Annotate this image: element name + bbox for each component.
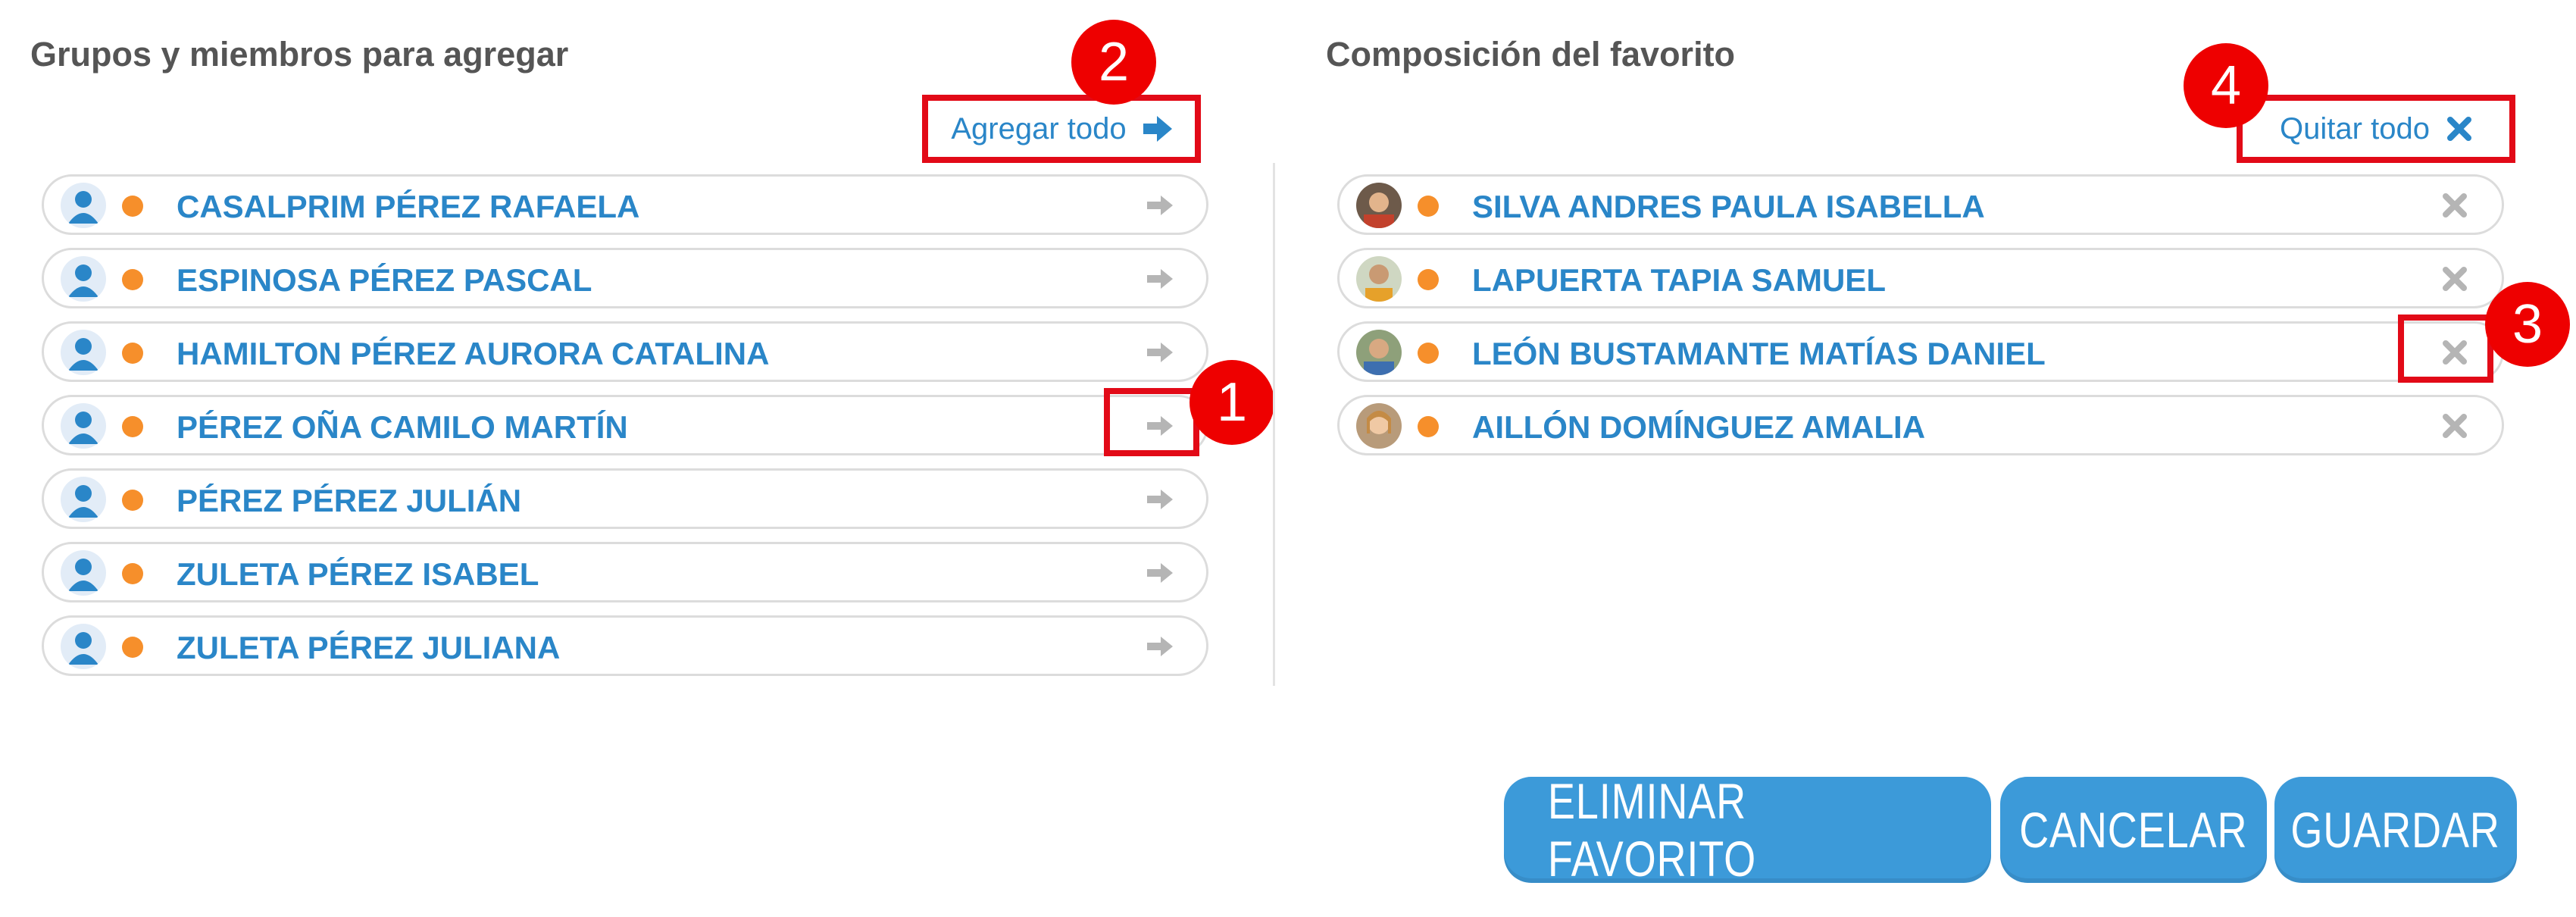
status-dot <box>122 343 143 364</box>
member-name: AILLÓN DOMÍNGUEZ AMALIA <box>1472 409 1926 445</box>
delete-favorite-label: ELIMINAR FAVORITO <box>1547 773 1757 887</box>
arrow-right-icon[interactable] <box>1144 337 1174 368</box>
list-item: SILVA ANDRES PAULA ISABELLA <box>1337 174 2504 235</box>
arrow-right-icon[interactable] <box>1144 190 1174 221</box>
status-dot <box>122 563 143 584</box>
user-icon <box>68 191 98 224</box>
avatar <box>61 550 106 596</box>
list-item: LAPUERTA TAPIA SAMUEL <box>1337 248 2504 308</box>
avatar <box>61 624 106 669</box>
highlight-box <box>1104 388 1199 456</box>
member-name: PÉREZ OÑA CAMILO MARTÍN <box>177 409 628 445</box>
user-icon <box>68 264 98 297</box>
avatar <box>1356 183 1402 228</box>
status-dot <box>1418 343 1439 364</box>
arrow-right-icon[interactable] <box>1144 484 1174 515</box>
status-dot <box>1418 196 1439 217</box>
arrow-right-icon[interactable] <box>1144 558 1174 588</box>
member-name: ZULETA PÉREZ JULIANA <box>177 630 561 665</box>
list-item: ZULETA PÉREZ JULIANA <box>42 615 1208 676</box>
member-name: SILVA ANDRES PAULA ISABELLA <box>1472 189 1985 224</box>
user-icon <box>68 338 98 371</box>
callout-3: 3 <box>2485 282 2570 367</box>
arrow-right-icon[interactable] <box>1144 631 1174 662</box>
member-name: ZULETA PÉREZ ISABEL <box>177 556 539 592</box>
panel-divider <box>1273 163 1275 686</box>
member-name: ESPINOSA PÉREZ PASCAL <box>177 262 592 298</box>
close-icon[interactable] <box>2440 190 2470 221</box>
member-name: LEÓN BUSTAMANTE MATÍAS DANIEL <box>1472 336 2046 371</box>
close-icon <box>2446 117 2471 141</box>
member-name: CASALPRIM PÉREZ RAFAELA <box>177 189 640 224</box>
user-icon <box>68 485 98 518</box>
save-label: GUARDAR <box>2290 802 2501 858</box>
status-dot <box>122 416 143 437</box>
avatar <box>1356 330 1402 375</box>
list-item: AILLÓN DOMÍNGUEZ AMALIA <box>1337 395 2504 455</box>
delete-favorite-button[interactable]: ELIMINAR FAVORITO <box>1504 773 1991 887</box>
close-icon[interactable] <box>2440 264 2470 294</box>
list-item: PÉREZ PÉREZ JULIÁN <box>42 468 1208 529</box>
status-dot <box>122 490 143 511</box>
user-photo-icon <box>1356 183 1402 228</box>
cancel-label: CANCELAR <box>2019 802 2248 858</box>
callout-2: 2 <box>1071 20 1156 105</box>
user-icon <box>68 412 98 444</box>
status-dot <box>122 196 143 217</box>
avatar <box>61 330 106 375</box>
list-item: CASALPRIM PÉREZ RAFAELA <box>42 174 1208 235</box>
member-name: PÉREZ PÉREZ JULIÁN <box>177 483 522 518</box>
add-all-label: Agregar todo <box>951 111 1127 146</box>
status-dot <box>122 637 143 658</box>
user-photo-icon <box>1356 330 1402 375</box>
arrow-right-icon <box>1143 116 1172 142</box>
right-panel-title: Composición del favorito <box>1326 35 1736 74</box>
cancel-button[interactable]: CANCELAR <box>2000 777 2267 883</box>
list-item: HAMILTON PÉREZ AURORA CATALINA <box>42 321 1208 382</box>
list-item: ESPINOSA PÉREZ PASCAL <box>42 248 1208 308</box>
close-icon[interactable] <box>2440 411 2470 441</box>
user-photo-icon <box>1356 403 1402 449</box>
avatar <box>61 183 106 228</box>
list-item: PÉREZ OÑA CAMILO MARTÍN <box>42 395 1208 455</box>
remove-all-label: Quitar todo <box>2280 111 2430 146</box>
add-all-link[interactable]: Agregar todo <box>922 95 1201 163</box>
arrow-right-icon[interactable] <box>1144 264 1174 294</box>
save-button[interactable]: GUARDAR <box>2274 777 2517 883</box>
avatar <box>61 403 106 449</box>
status-dot <box>1418 269 1439 290</box>
status-dot <box>122 269 143 290</box>
list-item: ZULETA PÉREZ ISABEL <box>42 542 1208 602</box>
list-item: LEÓN BUSTAMANTE MATÍAS DANIEL <box>1337 321 2504 382</box>
avatar <box>1356 256 1402 302</box>
user-icon <box>68 632 98 665</box>
user-icon <box>68 559 98 591</box>
member-name: HAMILTON PÉREZ AURORA CATALINA <box>177 336 770 371</box>
highlight-box <box>2398 315 2493 383</box>
user-photo-icon <box>1356 256 1402 302</box>
status-dot <box>1418 416 1439 437</box>
left-panel-title: Grupos y miembros para agregar <box>30 35 569 74</box>
avatar <box>61 477 106 522</box>
avatar <box>1356 403 1402 449</box>
callout-4: 4 <box>2184 43 2268 128</box>
avatar <box>61 256 106 302</box>
remove-all-link[interactable]: Quitar todo <box>2237 95 2515 163</box>
member-name: LAPUERTA TAPIA SAMUEL <box>1472 262 1886 298</box>
callout-1: 1 <box>1190 360 1274 445</box>
